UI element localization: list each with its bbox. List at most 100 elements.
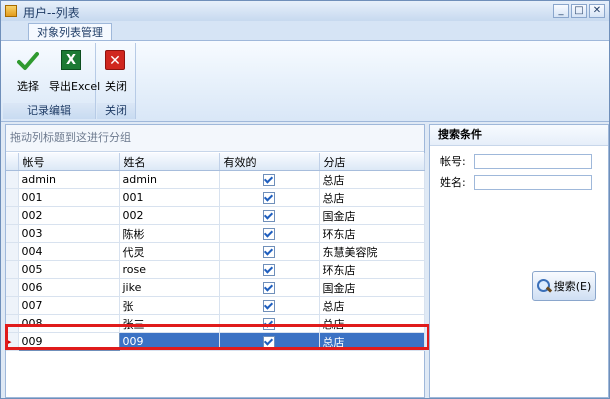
search-icon <box>536 279 551 293</box>
content-area: 拖动列标题到这进行分组 帐号 姓名 有效的 分店 admin admin 总店 001… <box>1 122 609 398</box>
table-row[interactable]: 002 002 国金店 <box>6 206 425 225</box>
close-window-button[interactable]: ✕ <box>589 4 605 18</box>
row-indicator-header <box>6 153 19 171</box>
cell-account[interactable]: 009 <box>17 332 120 351</box>
cell-account[interactable]: 008 <box>18 314 120 333</box>
export-excel-button[interactable]: X 导出Excel <box>49 47 101 101</box>
export-excel-label: 导出Excel <box>49 80 101 93</box>
cell-valid[interactable] <box>219 242 320 261</box>
checkbox-checked-icon[interactable] <box>263 282 275 294</box>
checkbox-checked-icon[interactable] <box>263 228 275 240</box>
row-indicator <box>6 296 19 315</box>
cell-name[interactable]: 代灵 <box>119 242 220 261</box>
cell-branch[interactable]: 总店 <box>319 314 425 333</box>
cell-valid[interactable] <box>219 170 320 189</box>
excel-icon: X <box>61 50 83 72</box>
close-label: 关闭 <box>105 80 127 93</box>
row-indicator <box>6 206 19 225</box>
cell-name[interactable]: rose <box>119 260 220 279</box>
table-row[interactable]: 001 001 总店 <box>6 188 425 207</box>
table-row[interactable]: admin admin 总店 <box>6 170 425 189</box>
cell-account[interactable]: 007 <box>18 296 120 315</box>
cell-account[interactable]: 004 <box>18 242 120 261</box>
cell-name[interactable]: 张 <box>119 296 220 315</box>
cell-branch[interactable]: 国金店 <box>319 206 425 225</box>
cell-account[interactable]: 002 <box>18 206 120 225</box>
search-panel: 搜索条件 帐号: 姓名: 搜索(E) <box>429 124 609 398</box>
cell-account[interactable]: 003 <box>18 224 120 243</box>
cell-account[interactable]: 005 <box>18 260 120 279</box>
cell-branch[interactable]: 环东店 <box>319 224 425 243</box>
select-button[interactable]: 选择 <box>5 47 51 101</box>
row-indicator <box>6 224 19 243</box>
cell-branch[interactable]: 东慧美容院 <box>319 242 425 261</box>
check-icon <box>17 50 39 72</box>
cell-valid[interactable] <box>219 296 320 315</box>
cell-branch[interactable]: 总店 <box>319 170 425 189</box>
cell-valid[interactable] <box>219 224 320 243</box>
checkbox-checked-icon[interactable] <box>263 336 275 348</box>
cell-branch[interactable]: 总店 <box>319 188 425 207</box>
checkbox-checked-icon[interactable] <box>263 300 275 312</box>
checkbox-checked-icon[interactable] <box>263 174 275 186</box>
column-header-name[interactable]: 姓名 <box>119 153 220 171</box>
table-row[interactable]: 003 陈彬 环东店 <box>6 224 425 243</box>
table-row[interactable]: 008 张三 总店 <box>6 314 425 333</box>
app-icon <box>5 5 17 17</box>
checkbox-checked-icon[interactable] <box>263 318 275 330</box>
close-button[interactable]: ✕ 关闭 <box>93 47 139 101</box>
name-field-row: 姓名: <box>440 174 592 190</box>
cell-name[interactable]: 陈彬 <box>119 224 220 243</box>
title-bar: 用户--列表 _ □ ✕ <box>1 1 609 22</box>
cell-name[interactable]: jike <box>119 278 220 297</box>
cell-branch[interactable]: 国金店 <box>319 278 425 297</box>
cell-account[interactable]: 001 <box>18 188 120 207</box>
column-header-valid[interactable]: 有效的 <box>219 153 320 171</box>
table-row[interactable]: 005 rose 环东店 <box>6 260 425 279</box>
cell-branch[interactable]: 环东店 <box>319 260 425 279</box>
cell-branch[interactable]: 总店 <box>319 332 425 351</box>
cell-name[interactable]: 009 <box>119 332 220 351</box>
cell-name[interactable]: 张三 <box>119 314 220 333</box>
user-grid: 帐号 姓名 有效的 分店 admin admin 总店 001 001 总店 002 002 国… <box>6 153 425 351</box>
name-input[interactable] <box>474 174 592 190</box>
cell-valid[interactable] <box>219 314 320 333</box>
cell-name[interactable]: 001 <box>119 188 220 207</box>
checkbox-checked-icon[interactable] <box>263 246 275 258</box>
cell-account[interactable]: 006 <box>18 278 120 297</box>
column-header-branch[interactable]: 分店 <box>319 153 425 171</box>
account-input[interactable] <box>474 153 592 169</box>
cell-valid[interactable] <box>219 206 320 225</box>
checkbox-checked-icon[interactable] <box>263 192 275 204</box>
row-indicator <box>6 170 19 189</box>
table-row[interactable]: ▸ 009 009 总店 <box>6 332 425 351</box>
cell-valid[interactable] <box>219 278 320 297</box>
row-indicator: ▸ <box>6 332 19 351</box>
cell-branch[interactable]: 总店 <box>319 296 425 315</box>
window-title: 用户--列表 <box>23 6 80 20</box>
table-row[interactable]: 007 张 总店 <box>6 296 425 315</box>
table-row[interactable]: 004 代灵 东慧美容院 <box>6 242 425 261</box>
cell-valid[interactable] <box>219 332 320 351</box>
cell-valid[interactable] <box>219 260 320 279</box>
group-by-hint[interactable]: 拖动列标题到这进行分组 <box>6 125 424 152</box>
row-indicator <box>6 260 19 279</box>
cell-name[interactable]: admin <box>119 170 220 189</box>
table-row[interactable]: 006 jike 国金店 <box>6 278 425 297</box>
row-indicator <box>6 314 19 333</box>
main-window: 用户--列表 _ □ ✕ 对象列表管理 选择 X 导出Excel 记录编辑 ✕ … <box>0 0 610 399</box>
maximize-button[interactable]: □ <box>571 4 587 18</box>
grid-body: admin admin 总店 001 001 总店 002 002 国金店 003 陈彬 环东店 004… <box>6 170 425 351</box>
column-header-account[interactable]: 帐号 <box>18 153 120 171</box>
ribbon-group-close: ✕ 关闭 关闭 <box>97 43 136 119</box>
cell-account[interactable]: admin <box>18 170 120 189</box>
checkbox-checked-icon[interactable] <box>263 210 275 222</box>
search-button[interactable]: 搜索(E) <box>532 271 596 301</box>
search-button-label: 搜索(E) <box>553 280 592 293</box>
minimize-button[interactable]: _ <box>553 4 569 18</box>
checkbox-checked-icon[interactable] <box>263 264 275 276</box>
ribbon-group-record-edit: 选择 X 导出Excel 记录编辑 <box>3 43 101 119</box>
cell-valid[interactable] <box>219 188 320 207</box>
cell-name[interactable]: 002 <box>119 206 220 225</box>
grid-header-row: 帐号 姓名 有效的 分店 <box>6 153 425 171</box>
